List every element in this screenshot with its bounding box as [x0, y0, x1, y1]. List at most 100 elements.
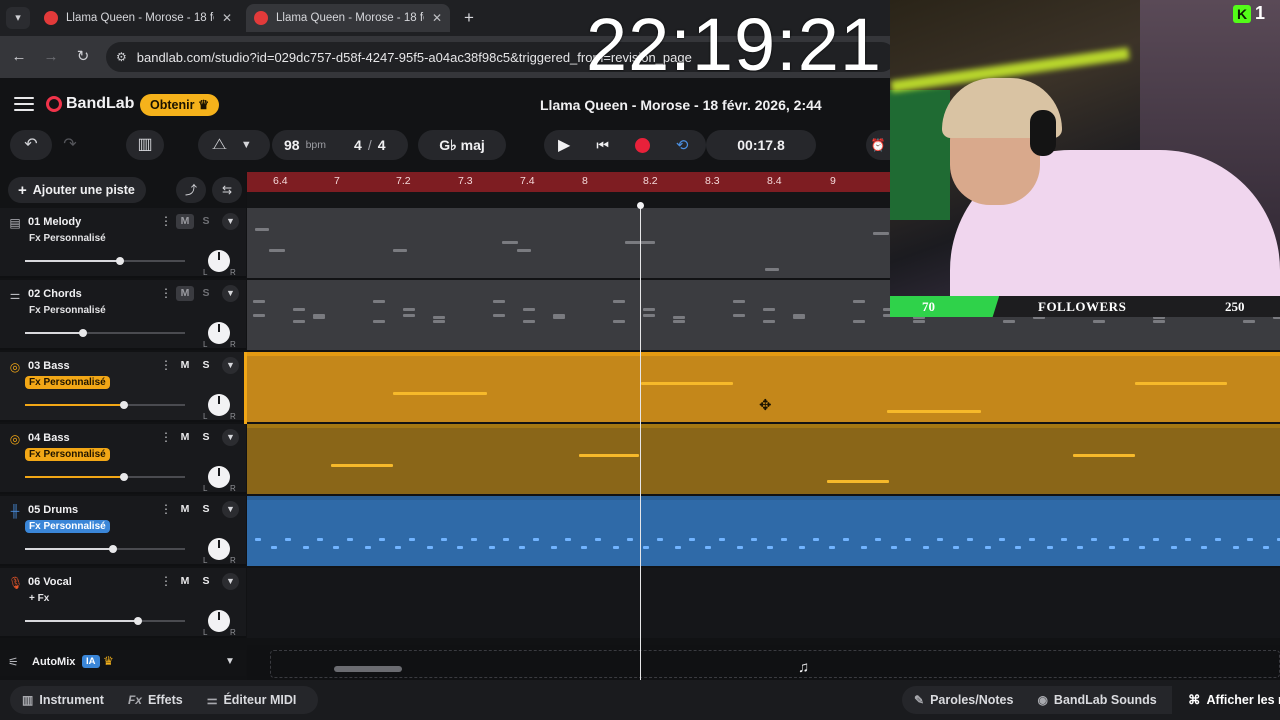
- play-icon[interactable]: ▶: [558, 135, 570, 155]
- track-name[interactable]: 02 Chords: [28, 288, 82, 300]
- chevron-down-icon[interactable]: ▼: [225, 656, 235, 667]
- site-settings-icon[interactable]: ⚙: [116, 50, 127, 64]
- horizontal-scrollbar[interactable]: [334, 666, 402, 672]
- playhead-handle[interactable]: [637, 202, 644, 209]
- track-name[interactable]: 06 Vocal: [28, 576, 72, 588]
- midi-editor-tab[interactable]: ⚌ Éditeur MIDI: [195, 693, 309, 707]
- pan-knob[interactable]: [208, 538, 230, 560]
- track-more-icon[interactable]: ⋮: [160, 502, 172, 516]
- track-settings-icon[interactable]: ⇆: [212, 177, 242, 203]
- browser-tab-active[interactable]: Llama Queen - Morose - 18 févr. ✕: [246, 4, 450, 32]
- close-tab-icon[interactable]: ✕: [222, 11, 232, 25]
- add-fx-chip[interactable]: + Fx: [25, 592, 53, 605]
- tempo-signature-box[interactable]: 98 bpm 4 / 4: [272, 130, 408, 160]
- undo-icon[interactable]: ↶: [10, 130, 52, 160]
- pan-knob[interactable]: [208, 394, 230, 416]
- chevron-down-icon[interactable]: ▼: [222, 213, 239, 230]
- mute-button[interactable]: M: [176, 214, 194, 229]
- volume-slider[interactable]: [25, 329, 185, 337]
- loop-icon[interactable]: ⟲: [676, 136, 689, 154]
- lane-bass-2[interactable]: [247, 424, 1280, 494]
- playhead[interactable]: [640, 204, 641, 680]
- track-header-chords[interactable]: ⚌ 02 Chords ⋮ M S ▼ Fx Personnalisé L R: [0, 280, 246, 350]
- volume-slider[interactable]: [25, 473, 185, 481]
- mute-button[interactable]: M: [176, 286, 194, 301]
- volume-slider[interactable]: [25, 401, 185, 409]
- lane-vocal[interactable]: [247, 568, 1280, 638]
- redo-icon[interactable]: ↷: [50, 130, 90, 160]
- metronome-button[interactable]: ⧍ ▼: [198, 130, 270, 160]
- track-name[interactable]: 03 Bass: [28, 360, 70, 372]
- tab-search-chevron-icon[interactable]: ▾: [6, 7, 30, 29]
- key-button[interactable]: G♭ maj: [418, 130, 506, 160]
- chevron-down-icon[interactable]: ▼: [222, 357, 239, 374]
- track-more-icon[interactable]: ⋮: [160, 286, 172, 300]
- time-sig-top[interactable]: 4: [354, 137, 362, 153]
- track-more-icon[interactable]: ⋮: [160, 574, 172, 588]
- solo-button[interactable]: S: [198, 430, 214, 445]
- record-icon[interactable]: [634, 137, 650, 153]
- forward-arrow-icon[interactable]: →: [40, 46, 62, 68]
- solo-button[interactable]: S: [198, 358, 214, 373]
- reload-icon[interactable]: ↻: [72, 46, 94, 68]
- mute-button[interactable]: M: [176, 358, 194, 373]
- track-more-icon[interactable]: ⋮: [160, 214, 172, 228]
- chevron-down-icon[interactable]: ▼: [222, 285, 239, 302]
- chevron-down-icon[interactable]: ▼: [222, 429, 239, 446]
- browser-tab[interactable]: Llama Queen - Morose - 18 févr. ✕: [36, 4, 240, 32]
- solo-button[interactable]: S: [198, 502, 214, 517]
- pan-knob[interactable]: [208, 466, 230, 488]
- solo-button[interactable]: S: [198, 286, 214, 301]
- track-name[interactable]: 01 Melody: [28, 216, 81, 228]
- track-header-bass-2[interactable]: ◎ 04 Bass ⋮ M S ▼ Fx Personnalisé L R: [0, 424, 246, 494]
- bandlab-sounds-tab[interactable]: ◉ BandLab Sounds: [1025, 693, 1168, 707]
- automix-row[interactable]: ⚟ AutoMix IA ♛ ▼: [0, 650, 246, 676]
- timeline-ruler[interactable]: 6.4 7 7.2 7.3 7.4 8 8.2 8.3 8.4 9: [247, 172, 890, 192]
- time-sig-bottom[interactable]: 4: [378, 137, 386, 153]
- lane-drums[interactable]: [247, 496, 1280, 566]
- mute-button[interactable]: M: [176, 430, 194, 445]
- close-tab-icon[interactable]: ✕: [432, 11, 442, 25]
- skip-to-start-icon[interactable]: ⏮: [596, 137, 609, 154]
- chevron-down-icon[interactable]: ▼: [222, 573, 239, 590]
- piano-keyboard-icon[interactable]: ▥: [126, 130, 164, 160]
- pan-knob[interactable]: [208, 250, 230, 272]
- track-name[interactable]: 05 Drums: [28, 504, 78, 516]
- drop-zone[interactable]: [270, 650, 1280, 678]
- track-name[interactable]: 04 Bass: [28, 432, 70, 444]
- instrument-tab[interactable]: ▥ Instrument: [10, 693, 116, 707]
- track-more-icon[interactable]: ⋮: [160, 430, 172, 444]
- track-more-icon[interactable]: ⋮: [160, 358, 172, 372]
- solo-button[interactable]: S: [198, 574, 214, 589]
- bpm-value[interactable]: 98: [284, 137, 300, 153]
- mute-button[interactable]: M: [176, 574, 194, 589]
- automation-icon[interactable]: ⤴: [176, 177, 206, 203]
- track-header-melody[interactable]: ▤ 01 Melody ⋮ M S ▼ Fx Personnalisé L R: [0, 208, 246, 278]
- pan-knob[interactable]: [208, 322, 230, 344]
- fx-chip[interactable]: Fx Personnalisé: [25, 520, 110, 533]
- volume-slider[interactable]: [25, 257, 185, 265]
- mute-button[interactable]: M: [176, 502, 194, 517]
- fx-chip[interactable]: Fx Personnalisé: [25, 304, 110, 317]
- track-header-vocal[interactable]: 🎙 06 Vocal ⋮ M S ▼ + Fx L R: [0, 568, 246, 638]
- fx-chip[interactable]: Fx Personnalisé: [25, 376, 110, 389]
- add-track-button[interactable]: + Ajouter une piste: [8, 177, 146, 203]
- fx-chip[interactable]: Fx Personnalisé: [25, 232, 110, 245]
- track-header-bass-1[interactable]: ◎ 03 Bass ⋮ M S ▼ Fx Personnalisé L R: [0, 352, 246, 422]
- chevron-down-icon[interactable]: ▼: [241, 139, 252, 151]
- show-more-button[interactable]: ⌘ Afficher les r: [1178, 692, 1280, 708]
- alarm-icon[interactable]: ⏰: [866, 130, 890, 160]
- solo-button[interactable]: S: [198, 214, 214, 229]
- back-arrow-icon[interactable]: ←: [8, 46, 30, 68]
- upgrade-button[interactable]: Obtenir ♛: [140, 94, 220, 116]
- song-title[interactable]: Llama Queen - Morose - 18 févr. 2026, 2:…: [540, 97, 822, 113]
- track-header-drums[interactable]: ╫ 05 Drums ⋮ M S ▼ Fx Personnalisé L R: [0, 496, 246, 566]
- effects-tab[interactable]: Fx Effets: [116, 693, 195, 707]
- pan-knob[interactable]: [208, 610, 230, 632]
- volume-slider[interactable]: [25, 545, 185, 553]
- lyrics-notes-tab[interactable]: ✎ Paroles/Notes: [902, 693, 1025, 707]
- volume-slider[interactable]: [25, 617, 185, 625]
- chevron-down-icon[interactable]: ▼: [222, 501, 239, 518]
- new-tab-plus-icon[interactable]: +: [458, 7, 480, 29]
- menu-hamburger-icon[interactable]: [14, 97, 34, 111]
